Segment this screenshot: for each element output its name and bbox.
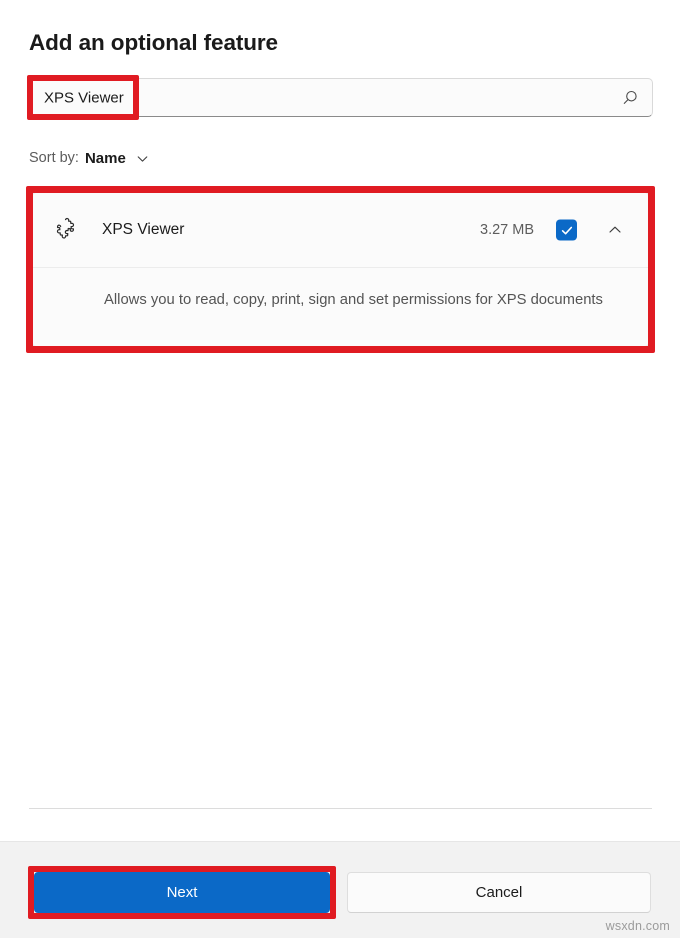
search-input[interactable]: XPS Viewer (29, 78, 653, 117)
watermark: wsxdn.com (605, 919, 670, 933)
feature-size: 3.27 MB (480, 222, 534, 238)
dialog-footer: Next Cancel wsxdn.com (0, 841, 680, 938)
feature-name: XPS Viewer (102, 221, 185, 238)
feature-header-row[interactable]: XPS Viewer 3.27 MB (33, 193, 648, 268)
feature-checkbox[interactable] (556, 219, 577, 241)
sort-by-label: Sort by: (29, 150, 79, 166)
page-title: Add an optional feature (29, 30, 278, 55)
puzzle-piece-icon (52, 215, 82, 245)
sort-by-dropdown[interactable]: Sort by: Name (29, 147, 150, 169)
search-icon[interactable] (621, 89, 639, 107)
feature-description: Allows you to read, copy, print, sign an… (104, 292, 603, 308)
cancel-button[interactable]: Cancel (347, 872, 651, 913)
search-field[interactable]: XPS Viewer (29, 78, 653, 117)
content-divider (29, 808, 652, 809)
next-button[interactable]: Next (34, 872, 330, 913)
chevron-up-icon[interactable] (602, 217, 628, 243)
sort-by-value[interactable]: Name (85, 150, 126, 167)
list-item[interactable]: XPS Viewer 3.27 MB Allows you to read, c… (32, 192, 649, 347)
search-input-value[interactable]: XPS Viewer (44, 89, 124, 106)
dialog-content: Add an optional feature XPS Viewer Sort … (0, 0, 680, 841)
chevron-down-icon[interactable] (135, 151, 150, 166)
